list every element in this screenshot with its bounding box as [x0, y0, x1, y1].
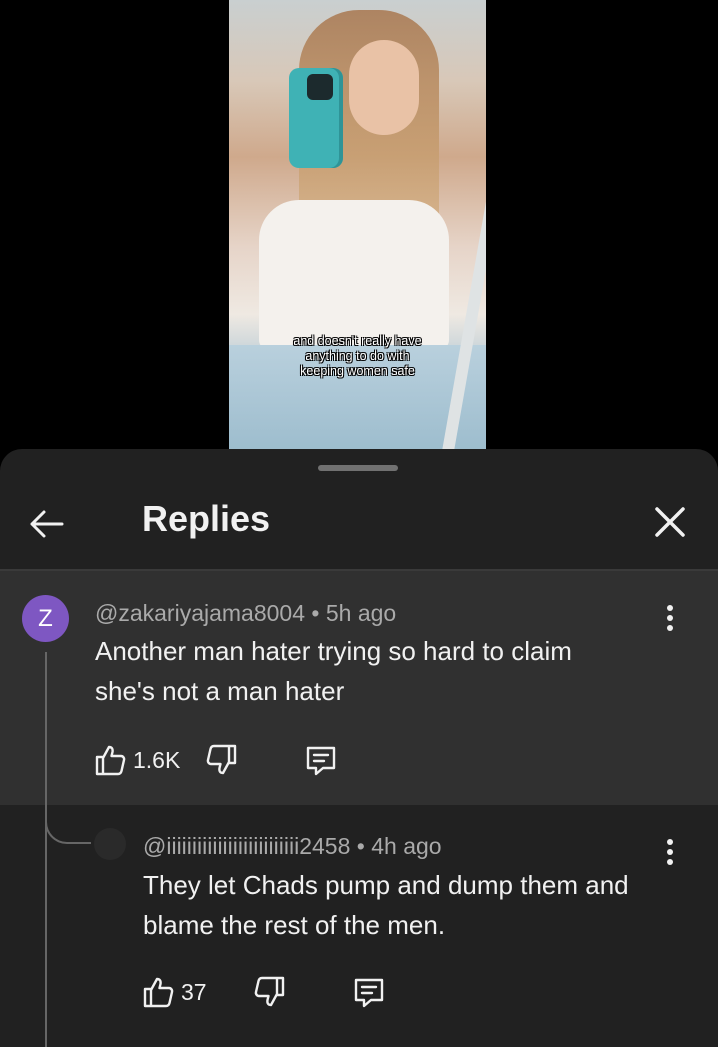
meta-separator: •	[356, 833, 365, 859]
reply-dislike-button[interactable]	[253, 974, 287, 1010]
reply-text-line: blame the rest of the men.	[143, 910, 446, 940]
comment-icon	[306, 746, 336, 776]
thread-connector	[45, 790, 91, 844]
avatar[interactable]: Z	[22, 595, 69, 642]
comment-meta: @zakariyajama8004 • 5h ago	[95, 600, 396, 627]
close-button[interactable]	[650, 502, 690, 542]
more-options-button[interactable]	[665, 605, 675, 635]
more-vert-icon	[665, 605, 675, 631]
thumbs-up-icon	[143, 977, 174, 1008]
close-icon	[655, 507, 685, 537]
thumbs-down-icon	[254, 976, 285, 1007]
video-frame-face	[349, 40, 419, 135]
reply-meta: @iiiiiiiiiiiiiiiiiiiiiiiiii2458 • 4h ago	[143, 833, 442, 860]
video-frame-top	[259, 200, 449, 350]
thumbs-up-icon	[95, 745, 126, 776]
comment-text: Another man hater trying so hard to clai…	[95, 631, 572, 711]
caption-line: keeping women safe	[300, 364, 415, 378]
caption-line: and doesn't really have	[293, 334, 422, 348]
reply-text: They let Chads pump and dump them and bl…	[143, 865, 629, 945]
thumbs-down-icon	[206, 744, 237, 775]
like-button[interactable]: 1.6K	[93, 742, 180, 778]
back-button[interactable]	[26, 503, 68, 545]
reply-text-line: They let Chads pump and dump them and	[143, 870, 629, 900]
reply-more-options-button[interactable]	[665, 839, 675, 869]
reply-like-button[interactable]: 37	[141, 974, 207, 1010]
comment-author[interactable]: @zakariyajama8004	[95, 600, 305, 626]
replies-sheet: Replies Z @zakariyajama8004 • 5h ago Ano…	[0, 449, 718, 1047]
video-frame-phone	[289, 68, 343, 168]
reply-reply-button[interactable]	[351, 974, 387, 1010]
thread-line	[45, 652, 47, 1047]
reply-author[interactable]: @iiiiiiiiiiiiiiiiiiiiiiiiii2458	[143, 833, 350, 859]
reply-like-count: 37	[181, 978, 207, 1005]
video-player[interactable]: and doesn't really have anything to do w…	[229, 0, 486, 449]
reply-avatar[interactable]	[94, 828, 126, 860]
comment-text-line: she's not a man hater	[95, 676, 345, 706]
sheet-title: Replies	[142, 498, 271, 539]
arrow-left-icon	[30, 510, 64, 538]
comment-icon	[354, 978, 384, 1008]
parent-comment: Z @zakariyajama8004 • 5h ago Another man…	[0, 571, 718, 805]
comment-time: 5h ago	[325, 600, 397, 626]
more-vert-icon	[665, 839, 675, 865]
comment-text-line: Another man hater trying so hard to clai…	[95, 636, 572, 666]
like-count: 1.6K	[133, 746, 181, 773]
video-caption: and doesn't really have anything to do w…	[229, 334, 486, 379]
caption-line: anything to do with	[305, 349, 410, 363]
reply-time: 4h ago	[371, 833, 442, 859]
meta-separator: •	[311, 600, 320, 626]
drag-handle[interactable]	[318, 465, 398, 471]
dislike-button[interactable]	[205, 742, 239, 778]
reply-button[interactable]	[303, 742, 339, 778]
